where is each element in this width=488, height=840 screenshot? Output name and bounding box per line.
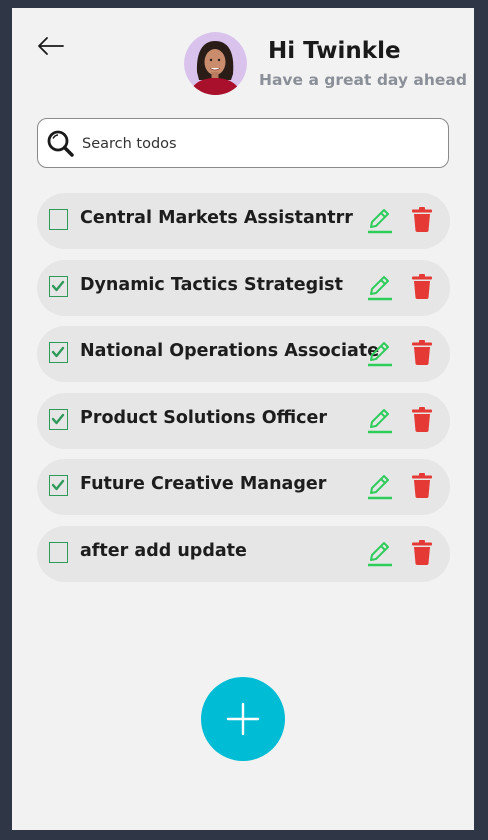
todo-item: Dynamic Tactics Strategist xyxy=(37,259,450,316)
add-todo-button[interactable] xyxy=(201,677,285,761)
pencil-icon xyxy=(368,275,392,300)
todo-text: Dynamic Tactics Strategist xyxy=(80,274,343,295)
edit-button[interactable] xyxy=(367,539,393,567)
trash-icon xyxy=(412,406,432,432)
todo-item: after add update xyxy=(37,525,450,582)
greeting-subtitle: Have a great day ahead xyxy=(259,71,467,89)
trash-icon xyxy=(412,340,432,365)
greeting-title: Hi Twinkle xyxy=(268,38,401,64)
trash-icon xyxy=(412,539,432,565)
pencil-icon xyxy=(368,209,392,234)
edit-button[interactable] xyxy=(367,339,393,367)
edit-button[interactable] xyxy=(367,472,393,500)
arrow-left-icon xyxy=(38,37,64,55)
trash-icon xyxy=(412,207,432,232)
todo-checkbox[interactable] xyxy=(49,342,68,363)
checkmark-icon xyxy=(51,280,65,291)
trash-icon xyxy=(412,273,432,299)
pencil-icon xyxy=(368,475,392,500)
edit-button[interactable] xyxy=(367,206,393,234)
todo-item: Product Solutions Officer xyxy=(37,392,450,449)
pencil-icon xyxy=(368,408,392,433)
pencil-icon xyxy=(368,541,392,566)
search-icon xyxy=(47,130,74,157)
todo-checkbox[interactable] xyxy=(49,209,68,230)
back-button[interactable] xyxy=(36,34,66,58)
delete-button[interactable] xyxy=(412,273,432,299)
delete-button[interactable] xyxy=(412,339,432,365)
todo-checkbox[interactable] xyxy=(49,475,68,496)
search-bar[interactable] xyxy=(37,118,449,168)
todo-item: Central Markets Assistantrr xyxy=(37,193,450,249)
pencil-icon xyxy=(368,342,392,367)
plus-icon xyxy=(226,702,260,736)
todo-list: Central Markets Assistantrr Dynamic Tact… xyxy=(37,193,450,592)
todo-text: Future Creative Manager xyxy=(80,474,327,494)
todo-checkbox[interactable] xyxy=(49,275,68,297)
checkmark-icon xyxy=(51,479,65,491)
delete-button[interactable] xyxy=(412,206,432,232)
todo-text: Product Solutions Officer xyxy=(80,407,327,428)
todo-text: after add update xyxy=(80,540,247,561)
todo-checkbox[interactable] xyxy=(49,541,68,563)
todo-item: Future Creative Manager xyxy=(37,459,450,515)
search-input[interactable] xyxy=(82,129,442,159)
delete-button[interactable] xyxy=(412,472,432,498)
avatar xyxy=(184,32,247,95)
edit-button[interactable] xyxy=(367,406,393,434)
todo-item: National Operations Associate xyxy=(37,326,450,382)
todo-text: Central Markets Assistantrr xyxy=(80,208,353,228)
delete-button[interactable] xyxy=(412,406,432,432)
trash-icon xyxy=(412,473,432,498)
app-screen: Hi Twinkle Have a great day ahead Centra… xyxy=(12,8,474,830)
todo-checkbox[interactable] xyxy=(49,408,68,430)
checkmark-icon xyxy=(51,413,65,424)
delete-button[interactable] xyxy=(412,539,432,565)
checkmark-icon xyxy=(51,346,65,358)
todo-text: National Operations Associate xyxy=(80,341,380,361)
edit-button[interactable] xyxy=(367,273,393,301)
